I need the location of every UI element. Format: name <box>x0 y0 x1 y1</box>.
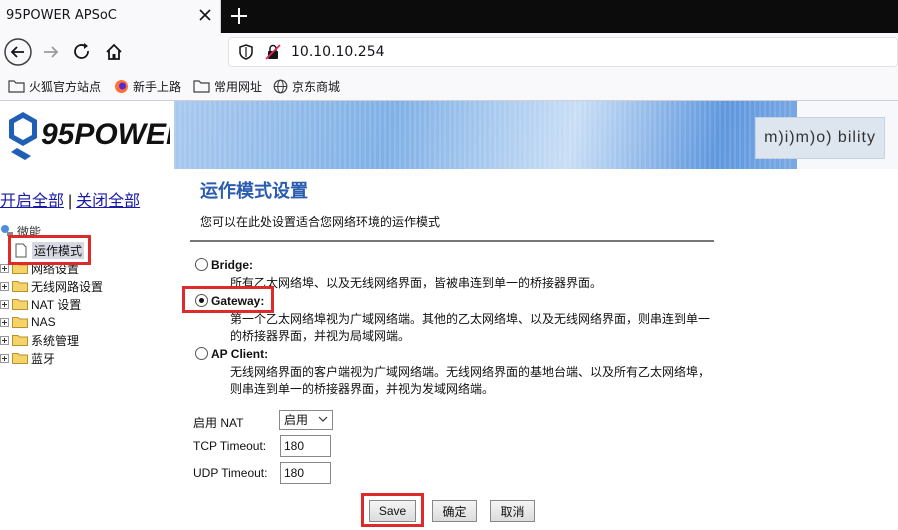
close-icon[interactable] <box>196 6 214 24</box>
folder-icon <box>12 317 28 328</box>
udp-timeout-input[interactable]: 180 <box>280 462 331 484</box>
home-icon[interactable] <box>100 38 128 66</box>
ap-client-radio[interactable] <box>195 347 208 360</box>
folder-icon <box>8 80 25 93</box>
bookmark-folder-firefox[interactable]: 火狐官方站点 <box>8 78 101 94</box>
tree-item-label: 系统管理 <box>31 333 80 348</box>
folder-icon <box>12 299 28 310</box>
cancel-button[interactable]: 取消 <box>490 500 535 522</box>
gateway-description: 第一个乙太网络埠视为广域网络端。其他的乙太网络埠、以及无线网络界面，则串连到单一… <box>230 311 710 345</box>
expand-icon[interactable] <box>0 317 9 327</box>
ap-client-description-line: 无线网络界面的客户端视为广域网络端。无线网络界面的基地台端、以及所有乙太网络埠， <box>230 365 711 379</box>
forward-arrow-icon[interactable] <box>37 38 65 66</box>
bookmark-label: 火狐官方站点 <box>29 79 102 94</box>
ap-client-label: AP Client: <box>211 347 269 361</box>
link-separator: | <box>68 193 73 210</box>
tree-item-label: 蓝牙 <box>31 351 56 366</box>
ap-client-description: 无线网络界面的客户端视为广域网络端。无线网络界面的基地台端、以及所有乙太网络埠，… <box>230 364 710 398</box>
nat-select-value: 启用 <box>284 413 309 427</box>
tree-item-label: 无线网路设置 <box>31 279 104 294</box>
folder-icon <box>12 281 28 292</box>
reload-icon[interactable] <box>68 38 96 66</box>
nat-label: 启用 NAT <box>193 416 244 430</box>
shield-icon[interactable] <box>237 43 255 61</box>
divider <box>190 240 714 242</box>
tree-item-nat[interactable]: NAT 设置 <box>0 296 81 312</box>
tree-item-wireless[interactable]: 无线网路设置 <box>0 278 103 294</box>
tab-title: 95POWER APSoC <box>6 8 117 23</box>
svg-text:95POWER: 95POWER <box>41 118 170 151</box>
plus-icon[interactable] <box>228 5 250 27</box>
url-text: 10.10.10.254 <box>291 44 385 60</box>
open-all-link[interactable]: 开启全部 <box>0 193 64 210</box>
close-all-link[interactable]: 关闭全部 <box>76 193 140 210</box>
chevron-down-icon <box>318 416 328 422</box>
tree-item-label: NAS <box>31 315 56 329</box>
bookmark-label: 新手上路 <box>133 79 182 94</box>
firefox-icon <box>115 79 128 93</box>
tcp-timeout-label: TCP Timeout: <box>193 439 267 453</box>
folder-icon <box>193 80 210 93</box>
sidebar-links: 开启全部 | 关闭全部 <box>0 187 140 211</box>
nat-select[interactable]: 启用 <box>279 410 333 430</box>
bridge-radio[interactable] <box>195 258 208 271</box>
folder-icon <box>12 335 28 346</box>
page-description: 您可以在此处设置适合您网络环境的运作模式 <box>200 215 441 229</box>
udp-timeout-label: UDP Timeout: <box>193 466 268 480</box>
tcp-timeout-input[interactable]: 180 <box>280 435 331 457</box>
bookmark-label: 常用网址 <box>214 79 263 94</box>
banner-stripes <box>174 101 794 169</box>
bookmark-folder-common[interactable]: 常用网址 <box>193 78 262 94</box>
bookmark-jd[interactable]: 京东商城 <box>273 78 340 94</box>
logo-area: 95POWER <box>0 101 174 169</box>
page-title: 运作模式设置 <box>200 181 308 201</box>
gateway-description-line: 第一个乙太网络埠视为广域网络端。其他的乙太网络埠、以及无线网络界面，则串连到单一 <box>230 312 711 326</box>
95power-logo: 95POWER <box>9 112 170 160</box>
globe-icon <box>273 79 288 93</box>
tree-item-nas[interactable]: NAS <box>0 314 56 330</box>
mimobility-logo: m)i)m)o) bility <box>755 117 885 159</box>
expand-icon[interactable] <box>0 335 9 345</box>
bookmark-getting-started[interactable]: 新手上路 <box>114 78 181 94</box>
bridge-label: Bridge: <box>211 258 253 272</box>
expand-icon[interactable] <box>0 353 9 363</box>
tree-item-bluetooth[interactable]: 蓝牙 <box>0 350 55 366</box>
expand-icon[interactable] <box>0 299 9 309</box>
tree-item-system[interactable]: 系统管理 <box>0 332 79 348</box>
highlight-box <box>8 235 91 265</box>
highlight-box <box>182 286 274 313</box>
folder-icon <box>12 353 28 364</box>
bridge-description-line: 所有乙太网络埠、以及无线网络界面，皆被串连到单一的桥接器界面。 <box>230 276 603 290</box>
browser-tab[interactable]: 95POWER APSoC <box>0 0 221 33</box>
expand-icon[interactable] <box>0 281 9 291</box>
ok-button[interactable]: 确定 <box>432 500 477 522</box>
ap-client-description-line: 则串连到单一的桥接器界面，并视为发域网络端。 <box>230 382 495 396</box>
gateway-description-line: 的桥接器界面，并视为局域网端。 <box>230 329 411 343</box>
bookmark-label: 京东商城 <box>292 79 341 94</box>
tree-item-label: NAT 设置 <box>31 297 82 312</box>
highlight-box <box>361 493 424 527</box>
bridge-description: 所有乙太网络埠、以及无线网络界面，皆被串连到单一的桥接器界面。 <box>230 275 602 292</box>
back-arrow-icon[interactable] <box>4 38 32 66</box>
insecure-lock-icon[interactable] <box>264 43 282 61</box>
